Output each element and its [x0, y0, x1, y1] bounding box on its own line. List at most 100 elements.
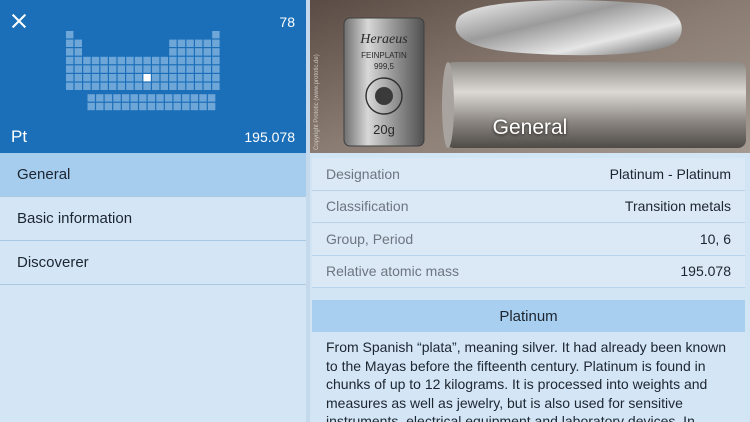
- element-cell: [152, 56, 160, 65]
- element-cell: [186, 48, 194, 56]
- element-cell: [74, 82, 82, 90]
- element-cell: [203, 74, 211, 82]
- element-cell: [121, 94, 130, 102]
- element-cell: [100, 65, 108, 73]
- info-key: Group, Period: [326, 230, 414, 247]
- element-cell: [169, 48, 177, 56]
- description-card: Platinum From Spanish “plata”, meaning s…: [312, 300, 745, 422]
- element-cell: [74, 74, 82, 82]
- element-cell: [195, 82, 203, 90]
- element-cell: [126, 74, 134, 82]
- element-cell: [195, 65, 203, 73]
- element-cell: [113, 94, 121, 102]
- element-cell: [83, 65, 91, 73]
- element-cell: [156, 94, 164, 102]
- element-cell: [87, 94, 95, 102]
- element-cell: [100, 74, 108, 82]
- element-cell: [186, 39, 194, 47]
- info-value: 195.078: [680, 263, 731, 280]
- element-cell: [74, 39, 82, 47]
- element-cell: [91, 65, 100, 73]
- element-cell: [134, 74, 143, 82]
- element-cell: [74, 56, 82, 65]
- element-cell: [109, 74, 117, 82]
- element-cell: [83, 82, 91, 90]
- element-cell: [109, 65, 117, 73]
- element-cell: [117, 56, 125, 65]
- element-cell: [143, 82, 151, 90]
- element-cell: [117, 74, 125, 82]
- element-cell: [177, 74, 186, 82]
- element-cell: [66, 65, 74, 73]
- element-cell: [169, 56, 177, 65]
- highlighted-element-cell: [143, 74, 151, 82]
- info-value: Platinum - Platinum: [609, 165, 731, 182]
- element-cell: [104, 94, 113, 102]
- element-cell: [96, 102, 104, 111]
- element-cell: [100, 56, 108, 65]
- menu-item-general[interactable]: General: [0, 153, 306, 197]
- element-cell: [177, 65, 186, 73]
- element-cell: [173, 94, 181, 102]
- element-cell: [113, 102, 121, 111]
- atomic-number: 78: [279, 14, 295, 30]
- element-cell: [212, 74, 220, 82]
- element-cell: [66, 74, 74, 82]
- element-cell: [177, 82, 186, 90]
- element-cell: [139, 94, 147, 102]
- element-cell: [186, 82, 194, 90]
- description-title: Platinum: [499, 308, 558, 325]
- element-cell: [177, 56, 186, 65]
- element-cell: [195, 56, 203, 65]
- info-row: Group, Period 10, 6: [312, 223, 745, 256]
- element-cell: [147, 102, 156, 111]
- element-cell: [126, 56, 134, 65]
- element-cell: [134, 65, 143, 73]
- element-cell: [130, 94, 138, 102]
- element-cell: [195, 48, 203, 56]
- element-cell: [83, 56, 91, 65]
- hero-title: General: [492, 116, 568, 139]
- element-cell: [117, 65, 125, 73]
- close-icon[interactable]: [10, 12, 28, 30]
- info-row: Designation Platinum - Platinum: [312, 158, 745, 191]
- element-cell: [177, 39, 186, 47]
- element-cell: [96, 94, 104, 102]
- element-cell: [186, 56, 194, 65]
- element-cell: [160, 82, 168, 90]
- element-cell: [139, 102, 147, 111]
- element-cell: [156, 102, 164, 111]
- element-cell: [130, 102, 138, 111]
- element-cell: [199, 102, 207, 111]
- menu-item-basic-information[interactable]: Basic information: [0, 197, 306, 241]
- element-cell: [66, 31, 74, 39]
- atomic-mass: 195.078: [244, 129, 295, 145]
- element-cell: [87, 102, 95, 111]
- element-cell: [212, 48, 220, 56]
- menu-item-discoverer[interactable]: Discoverer: [0, 241, 306, 285]
- element-cell: [74, 65, 82, 73]
- element-cell: [186, 74, 194, 82]
- element-cell: [152, 74, 160, 82]
- element-cell: [152, 65, 160, 73]
- info-key: Designation: [326, 165, 400, 182]
- element-cell: [109, 56, 117, 65]
- element-cell: [169, 39, 177, 47]
- element-cell: [160, 56, 168, 65]
- bar-brand: Heraeus: [359, 32, 408, 47]
- element-cell: [91, 74, 100, 82]
- info-key: Relative atomic mass: [326, 263, 460, 280]
- element-cell: [190, 94, 199, 102]
- element-cell: [66, 56, 74, 65]
- info-value: 10, 6: [699, 230, 731, 247]
- element-cell: [212, 31, 220, 39]
- element-cell: [126, 82, 134, 90]
- element-cell: [164, 94, 173, 102]
- element-cell: [152, 82, 160, 90]
- element-cell: [169, 74, 177, 82]
- element-cell: [212, 82, 220, 90]
- element-cell: [212, 65, 220, 73]
- element-cell: [203, 56, 211, 65]
- element-cell: [195, 39, 203, 47]
- element-cell: [199, 94, 207, 102]
